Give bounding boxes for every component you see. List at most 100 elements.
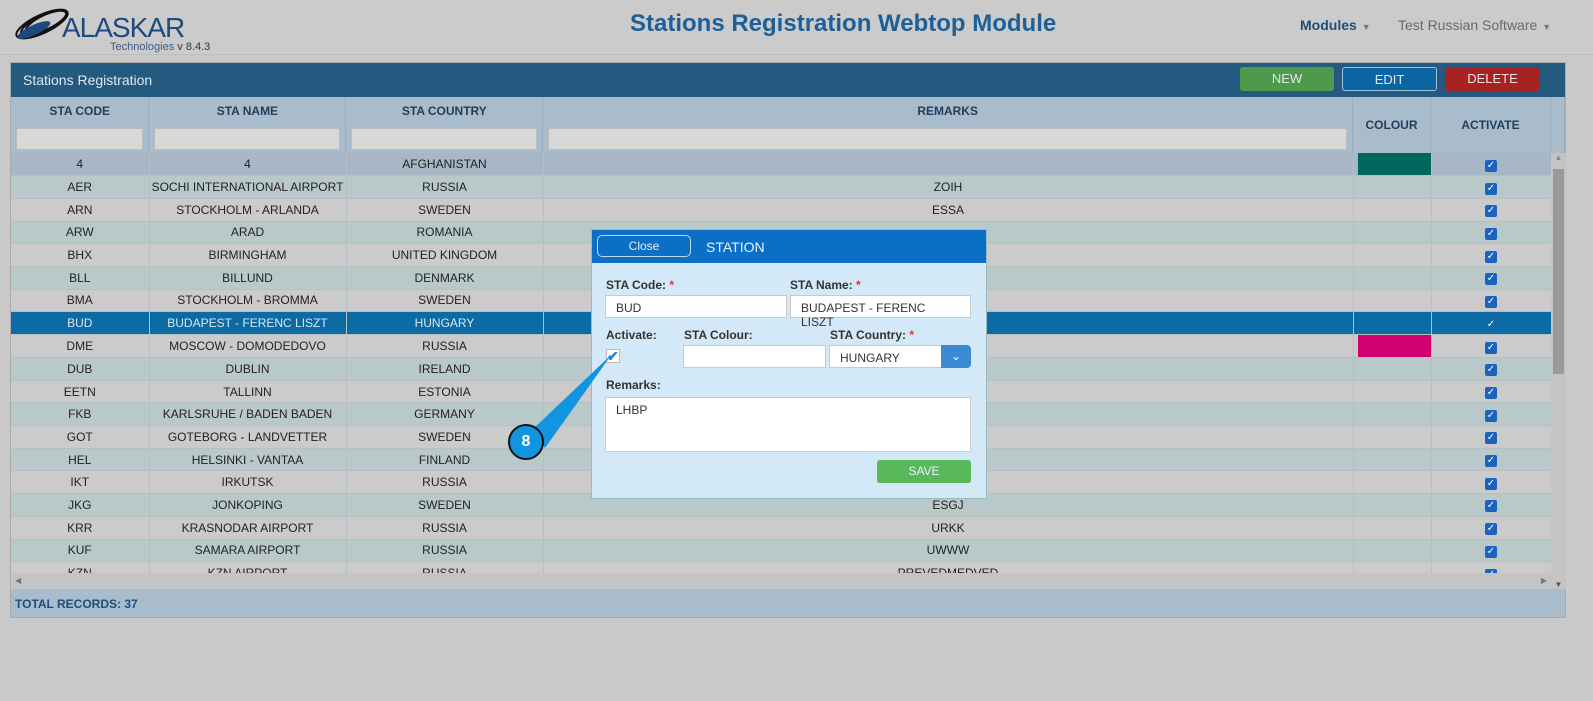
scroll-up-icon[interactable]: ▲ (1551, 153, 1566, 162)
col-colour[interactable]: COLOUR (1352, 97, 1431, 153)
activate-checkbox[interactable]: ✓ (1485, 182, 1497, 195)
activate-checkbox[interactable]: ✓ (1485, 295, 1497, 308)
table-row[interactable]: 4 4 AFGHANISTAN ✓ (11, 153, 1551, 177)
filter-cell (148, 125, 347, 153)
cell-activate: ✓ (1431, 289, 1551, 313)
sta-name-input[interactable]: BUDAPEST - FERENC LISZT (790, 295, 971, 329)
cell-code: DUB (11, 357, 150, 381)
caret-down-icon: ▼ (1542, 22, 1552, 32)
col-activate[interactable]: ACTIVATE (1430, 97, 1551, 153)
activate-checkbox[interactable]: ✓ (1485, 387, 1497, 400)
activate-checkbox[interactable]: ✓ (1485, 273, 1497, 286)
activate-checkbox[interactable]: ✓ (1485, 364, 1497, 377)
cell-code: BLL (11, 266, 150, 290)
cell-name: KARLSRUHE / BADEN BADEN (149, 402, 347, 427)
new-button[interactable]: NEW (1240, 67, 1334, 91)
cell-name: JONKOPING (149, 493, 347, 517)
logo-technologies: Technologies (110, 41, 175, 53)
cell-colour (1353, 448, 1432, 472)
colour-swatch (1357, 153, 1430, 175)
app-title: Stations Registration Webtop Module (630, 10, 1057, 37)
required-marker: * (856, 278, 861, 292)
col-sta-name[interactable]: STA NAME (148, 97, 347, 125)
filter-sta-name[interactable] (154, 128, 341, 150)
scroll-left-icon[interactable]: ◀ (15, 576, 21, 585)
cell-activate: ✓ (1431, 425, 1551, 449)
cell-activate: ✓ (1431, 516, 1551, 540)
step-badge: 8 (508, 424, 544, 460)
cell-name: IRKUTSK (149, 470, 347, 495)
edit-button[interactable]: EDIT (1342, 67, 1437, 91)
cell-code: ARW (11, 221, 150, 245)
cell-name: GOTEBORG - LANDVETTER (149, 425, 347, 449)
filter-sta-country[interactable] (351, 128, 538, 150)
table-row[interactable]: KUF SAMARA AIRPORT RUSSIA UWWW ✓ (11, 539, 1551, 563)
activate-checkbox[interactable]: ✓ (1485, 341, 1497, 354)
activate-checkbox[interactable]: ✓ (1485, 227, 1497, 240)
horizontal-scrollbar[interactable]: ◀ ▶ (11, 573, 1551, 589)
cell-name: SOCHI INTERNATIONAL AIRPORT (149, 175, 347, 199)
activate-checkbox[interactable]: ✓ (1485, 250, 1497, 263)
cell-name: DUBLIN (149, 357, 347, 381)
table-row[interactable]: KZNKZN AIRPORTRUSSIAPREVEDMEDVED ✓ (11, 561, 1551, 573)
sta-code-input[interactable]: BUD (605, 295, 787, 318)
cell-code: JKG (11, 493, 150, 517)
sta-country-label: STA Country: * (830, 328, 914, 342)
sta-colour-label: STA Colour: (684, 328, 753, 342)
sta-country-select[interactable]: HUNGARY (829, 345, 943, 368)
cell-colour (1353, 153, 1432, 177)
col-remarks[interactable]: REMARKS (542, 97, 1353, 125)
sta-colour-input[interactable] (683, 345, 826, 368)
modules-menu[interactable]: Modules ▼ (1300, 17, 1371, 33)
filter-sta-code[interactable] (16, 128, 144, 150)
table-row[interactable]: ARN STOCKHOLM - ARLANDA SWEDEN ESSA ✓ (11, 198, 1551, 222)
panel-header: Stations Registration NEW EDIT DELETE (11, 63, 1565, 97)
filter-remarks[interactable] (548, 128, 1347, 150)
delete-button[interactable]: DELETE (1445, 67, 1540, 91)
total-records: TOTAL RECORDS: 37 (11, 589, 1565, 617)
cell-colour (1353, 493, 1432, 517)
activate-checkbox[interactable]: ✔ (606, 349, 620, 363)
cell-code: KRR (11, 516, 150, 540)
cell-code: KZN (11, 561, 150, 573)
activate-checkbox[interactable]: ✓ (1485, 409, 1497, 422)
cell-remarks: ESSA (543, 198, 1354, 222)
user-menu[interactable]: Test Russian Software ▼ (1398, 17, 1551, 33)
sta-name-label: STA Name: * (790, 278, 861, 292)
vertical-scrollbar[interactable]: ▲ ▼ (1551, 153, 1566, 589)
dialog-header: Close STATION (592, 230, 986, 263)
required-marker: * (669, 278, 675, 292)
activate-checkbox[interactable]: ✓ (1485, 319, 1497, 331)
col-sta-country[interactable]: STA COUNTRY (345, 97, 544, 125)
activate-checkbox[interactable]: ✓ (1485, 477, 1497, 490)
activate-checkbox[interactable]: ✓ (1485, 432, 1497, 445)
activate-checkbox[interactable]: ✓ (1485, 523, 1497, 536)
activate-checkbox[interactable]: ✓ (1485, 205, 1497, 218)
scroll-thumb[interactable] (1553, 169, 1564, 374)
cell-colour (1353, 425, 1432, 449)
cell-activate: ✓ (1431, 334, 1551, 358)
activate-checkbox[interactable]: ✓ (1485, 159, 1497, 172)
close-button[interactable]: Close (597, 235, 691, 257)
table-row[interactable]: AER SOCHI INTERNATIONAL AIRPORT RUSSIA ZOIH… (11, 175, 1551, 199)
cell-activate: ✓ (1431, 266, 1551, 290)
cell-country: RUSSIA (346, 539, 544, 563)
activate-checkbox[interactable]: ✓ (1485, 455, 1497, 468)
chevron-down-icon[interactable]: ⌄ (941, 345, 971, 368)
scroll-down-icon[interactable]: ▼ (1551, 580, 1566, 589)
logo-word: ALASKAR (62, 12, 185, 43)
cell-colour (1353, 334, 1432, 358)
cell-country: SWEDEN (346, 493, 544, 517)
scroll-right-icon[interactable]: ▶ (1541, 576, 1547, 585)
cell-colour (1353, 243, 1432, 267)
cell-colour (1353, 357, 1432, 381)
cell-code: AER (11, 175, 150, 199)
table-row[interactable]: KRR KRASNODAR AIRPORT RUSSIA URKK ✓ (11, 516, 1551, 540)
remarks-label: Remarks: (606, 378, 661, 392)
col-sta-code[interactable]: STA CODE (11, 97, 150, 125)
required-marker: * (909, 328, 915, 342)
activate-checkbox[interactable]: ✓ (1485, 500, 1497, 513)
activate-checkbox[interactable]: ✓ (1485, 545, 1497, 558)
save-button[interactable]: SAVE (877, 460, 971, 483)
remarks-textarea[interactable]: LHBP (605, 397, 971, 452)
